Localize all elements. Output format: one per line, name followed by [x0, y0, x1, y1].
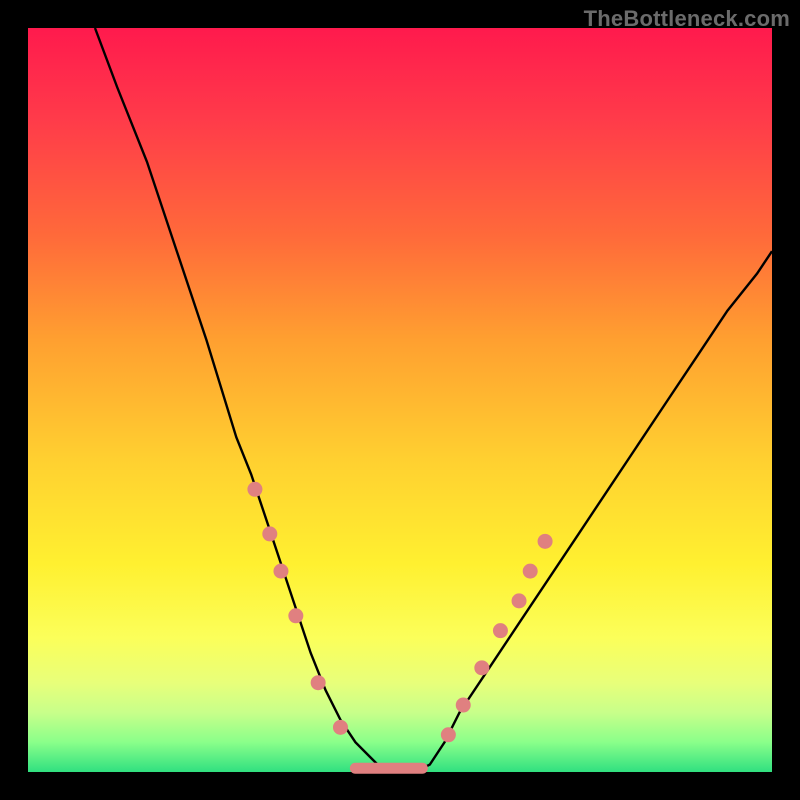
marker-dot	[311, 675, 326, 690]
markers-left	[247, 482, 348, 735]
chart-frame: TheBottleneck.com	[0, 0, 800, 800]
marker-dot	[523, 564, 538, 579]
marker-dot	[512, 593, 527, 608]
marker-dot	[288, 608, 303, 623]
marker-dot	[262, 526, 277, 541]
marker-dot	[247, 482, 262, 497]
plot-area	[28, 28, 772, 772]
marker-dot	[273, 564, 288, 579]
marker-dot	[456, 698, 471, 713]
marker-dot	[333, 720, 348, 735]
watermark-text: TheBottleneck.com	[584, 6, 790, 32]
marker-dot	[474, 660, 489, 675]
marker-dot	[538, 534, 553, 549]
marker-dot	[493, 623, 508, 638]
chart-svg	[28, 28, 772, 772]
marker-dot	[441, 727, 456, 742]
bottleneck-curve	[95, 28, 772, 772]
markers-right	[441, 534, 553, 742]
